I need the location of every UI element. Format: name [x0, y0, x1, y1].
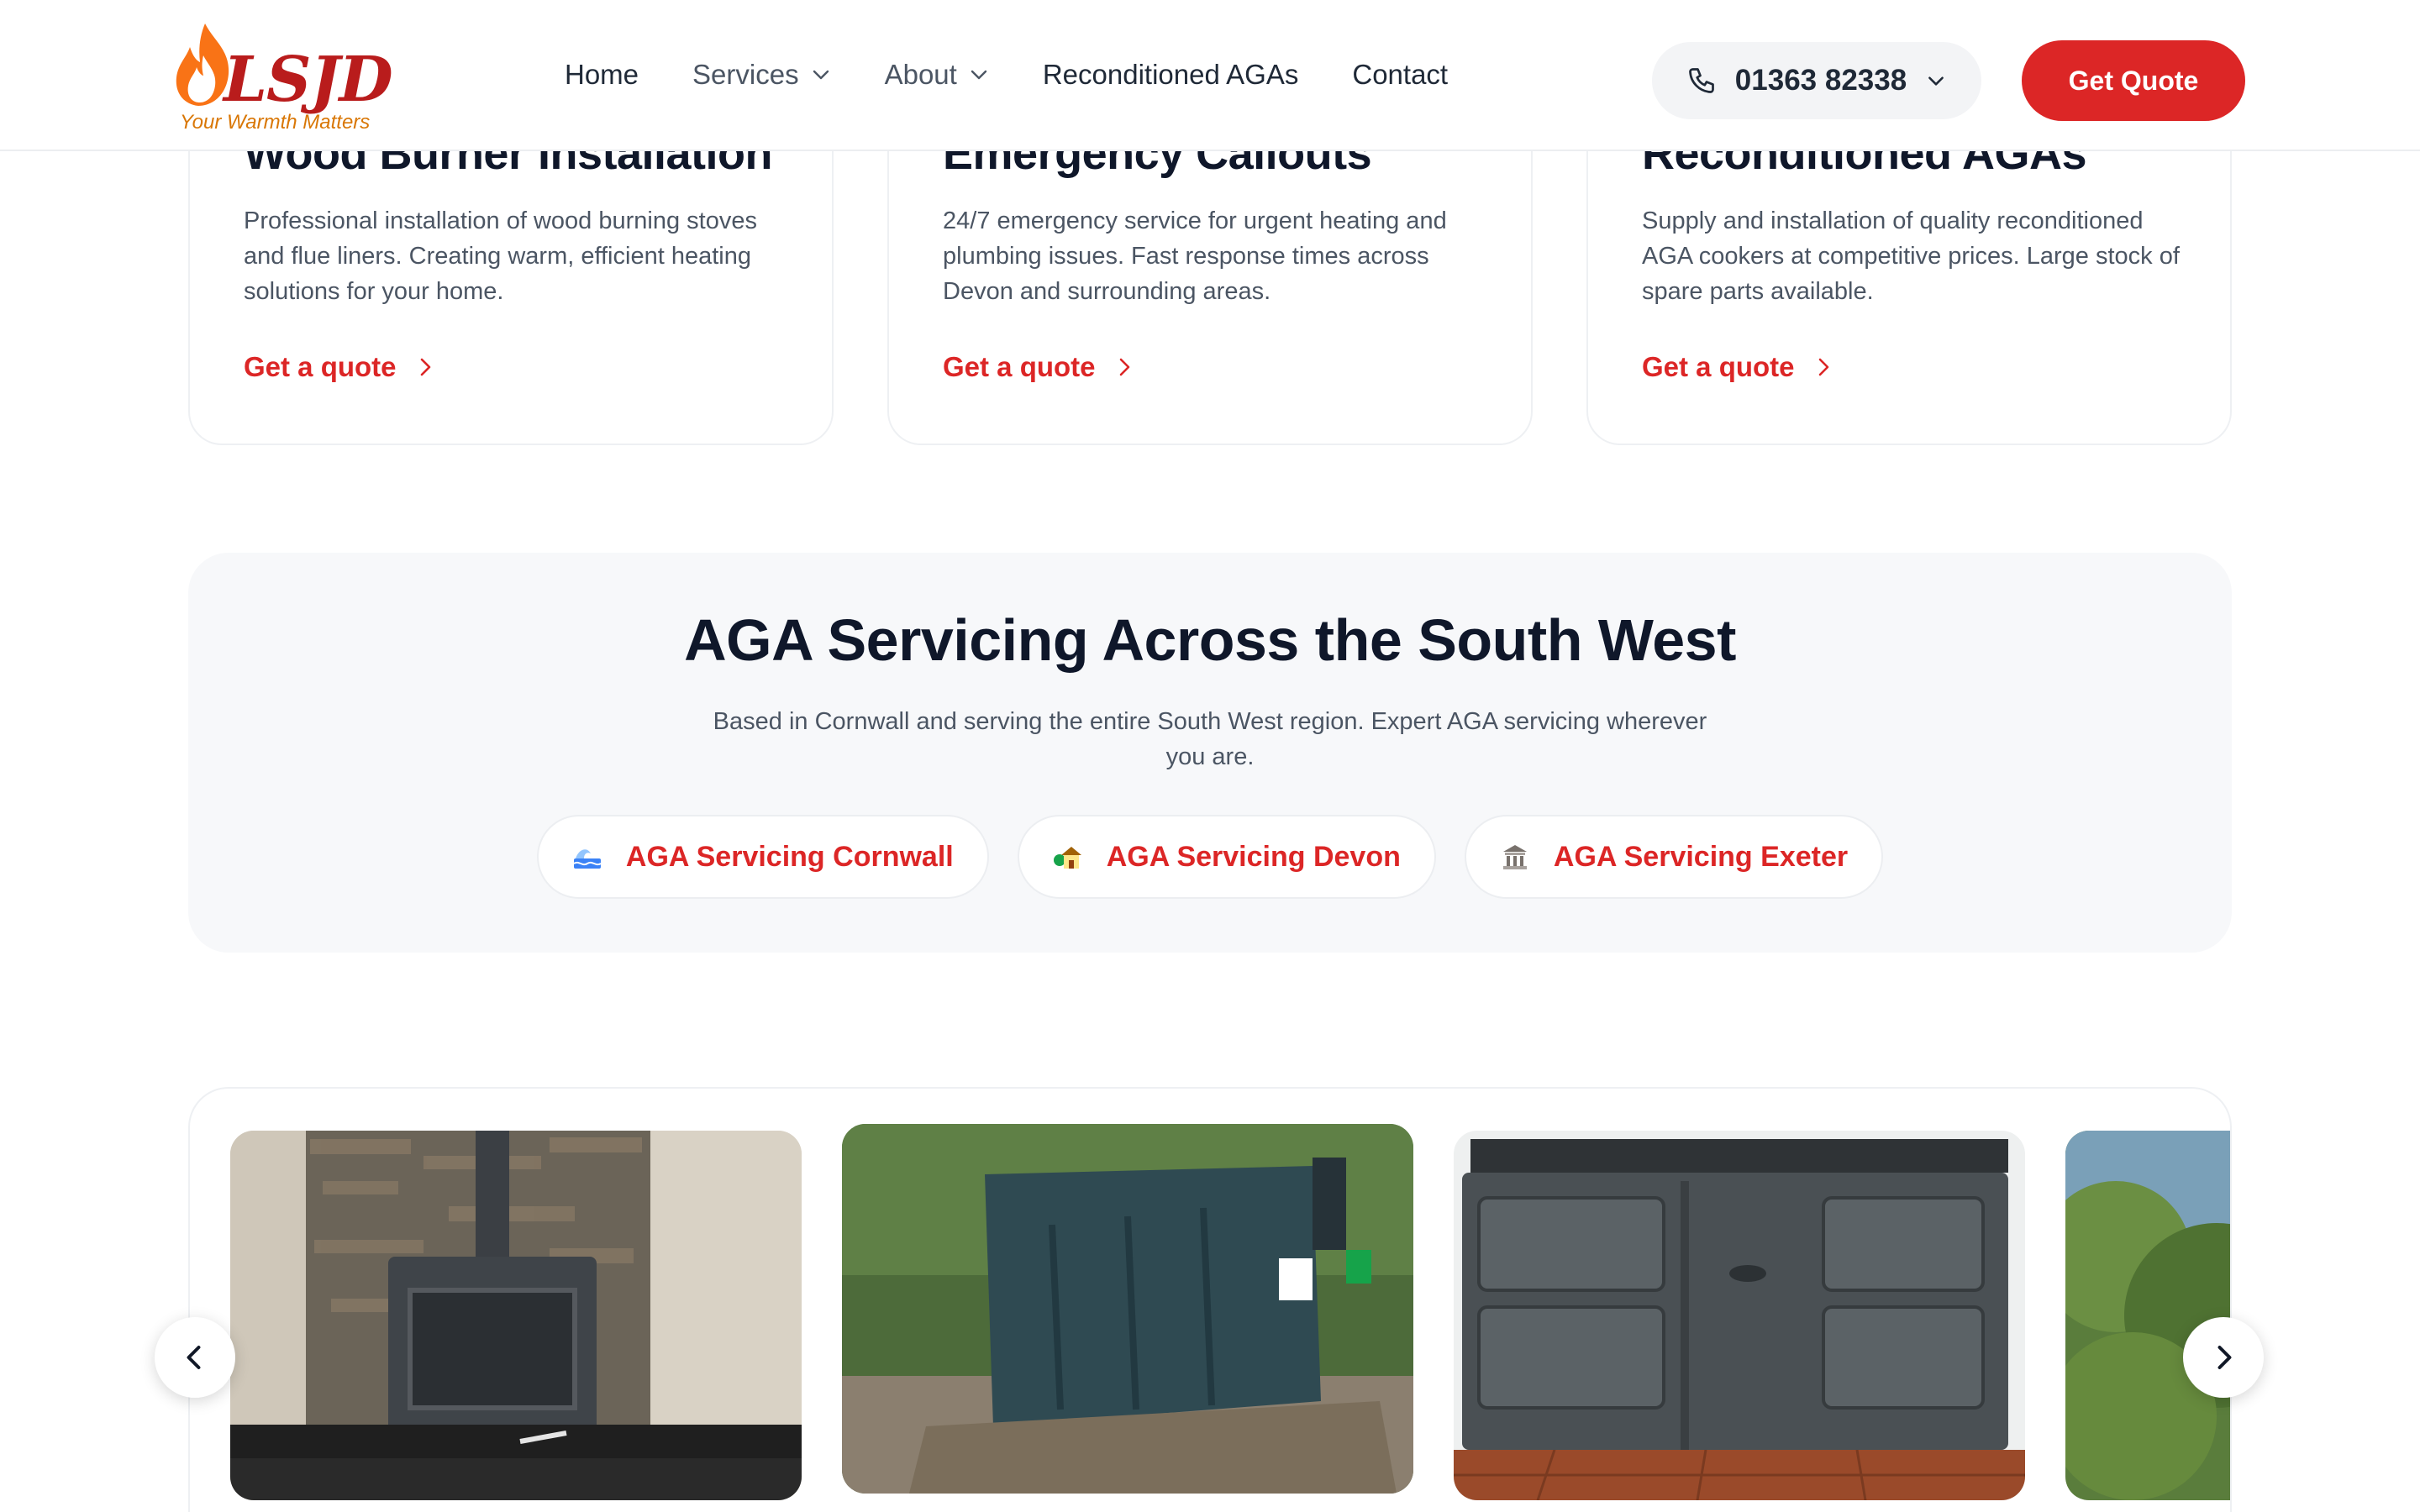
nav-item-label: Home: [565, 59, 639, 90]
logo-tagline: Your Warmth Matters: [180, 111, 371, 134]
nav-item-label: Services: [692, 59, 799, 90]
region-link-label: AGA Servicing Exeter: [1553, 840, 1849, 873]
page: Wood Burner Installation Professional in…: [0, 0, 2420, 1512]
wave-icon: [573, 849, 602, 869]
chevron-left-icon: [187, 1346, 201, 1369]
nav-item-services[interactable]: Services: [692, 59, 831, 91]
aga-cooker-photo: [1454, 1131, 2025, 1500]
nav-item-contact[interactable]: Contact: [1352, 59, 1448, 91]
region-link-exeter[interactable]: AGA Servicing Exeter: [1464, 815, 1884, 899]
nav-item-label: Reconditioned AGAs: [1042, 59, 1299, 90]
get-quote-link[interactable]: Get a quote: [244, 351, 435, 383]
chevron-right-icon: [1119, 358, 1129, 376]
site-logo[interactable]: LSJD Your Warmth Matters: [171, 22, 398, 136]
chevron-right-icon: [1818, 358, 1828, 376]
cathedral-icon: [1502, 845, 1527, 869]
logo-wordmark: LSJD: [224, 44, 393, 116]
nav-item-label: Contact: [1352, 59, 1449, 90]
phone-number: 01363 82338: [1734, 64, 1907, 97]
get-quote-button[interactable]: Get Quote: [2022, 40, 2245, 121]
site-header: LSJD Your Warmth Matters Home Services A…: [0, 0, 2420, 151]
get-quote-link-label: Get a quote: [1642, 351, 1795, 382]
region-link-label: AGA Servicing Devon: [1106, 840, 1401, 873]
region-links: AGA Servicing Cornwall AGA Servicing Dev…: [188, 815, 2232, 899]
gallery-carousel: [188, 1087, 2232, 1512]
region-link-devon[interactable]: AGA Servicing Devon: [1017, 815, 1436, 899]
region-link-label: AGA Servicing Cornwall: [625, 840, 954, 873]
chevron-down-icon: [813, 70, 829, 80]
carousel-prev-button[interactable]: [155, 1317, 235, 1398]
nav-item-label: About: [884, 59, 957, 90]
regions-section: AGA Servicing Across the South West Base…: [188, 553, 2232, 953]
get-quote-link-label: Get a quote: [244, 351, 397, 382]
nav-item-reconditioned-agas[interactable]: Reconditioned AGAs: [1043, 59, 1299, 91]
garden-photo: [2065, 1131, 2230, 1500]
phone-icon: [1688, 68, 1714, 93]
carousel-next-button[interactable]: [2183, 1317, 2264, 1398]
service-card-description: 24/7 emergency service for urgent heatin…: [943, 207, 1447, 305]
cottage-icon: [1053, 847, 1081, 869]
service-card-description: Supply and installation of quality recon…: [1642, 207, 2180, 305]
nav-item-about[interactable]: About: [885, 59, 989, 91]
main-nav: Home Services About Reconditioned AGAs C…: [565, 59, 1448, 91]
phone-dropdown-button[interactable]: 01363 82338: [1652, 42, 1981, 119]
region-link-cornwall[interactable]: AGA Servicing Cornwall: [536, 815, 989, 899]
get-quote-link[interactable]: Get a quote: [1642, 351, 1833, 383]
oil-tank-photo: [842, 1124, 1413, 1494]
chevron-down-icon: [971, 70, 987, 80]
get-quote-link-label: Get a quote: [943, 351, 1096, 382]
nav-item-home[interactable]: Home: [565, 59, 639, 91]
regions-title: AGA Servicing Across the South West: [684, 607, 1736, 673]
service-card-description: Professional installation of wood burnin…: [244, 207, 757, 305]
chevron-right-icon: [420, 358, 430, 376]
chevron-right-icon: [2217, 1346, 2232, 1369]
regions-description: Based in Cornwall and serving the entire…: [713, 708, 1707, 770]
get-quote-link[interactable]: Get a quote: [943, 351, 1134, 383]
chevron-down-icon: [1928, 76, 1944, 86]
wood-burner-stove-photo: [230, 1131, 802, 1500]
